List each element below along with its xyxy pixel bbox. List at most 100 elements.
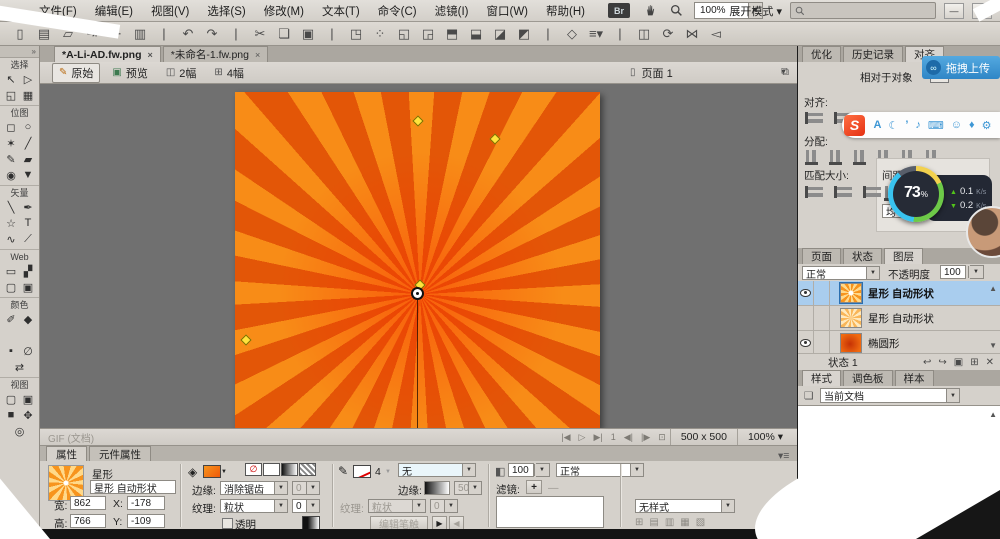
font-style-icon[interactable]: A — [874, 119, 882, 131]
lasso-tool[interactable]: ○ — [20, 119, 37, 135]
eraser-tool[interactable]: ▰ — [20, 151, 37, 167]
blur-tool[interactable]: ◉ — [3, 167, 20, 183]
document-tab[interactable]: *未命名-1.fw.png × — [163, 46, 268, 62]
sep[interactable]: | — [321, 25, 343, 43]
layer-row[interactable]: 星形 自动形状 — [798, 306, 1000, 331]
standard-screen-button[interactable]: ▢ — [3, 391, 20, 407]
menu-item[interactable]: 选择(S) — [198, 3, 254, 19]
fill-edge-amount[interactable]: 0▼ — [292, 481, 320, 495]
stroke-edge-amount[interactable]: 50▼ — [454, 481, 482, 495]
delete-layer-icon[interactable]: ✕ — [986, 357, 994, 368]
panel-tab[interactable]: 状态 — [843, 248, 882, 264]
panel-tab[interactable]: 图层 — [884, 248, 923, 264]
bring-to-front-icon[interactable]: ⬒ — [441, 25, 463, 43]
punctuation-icon[interactable]: ’ — [905, 119, 908, 131]
paint-bucket-tool[interactable]: ◆ — [20, 311, 37, 327]
undo-icon[interactable]: ↶ — [177, 25, 199, 43]
fill-color-well[interactable] — [20, 327, 37, 343]
hotspot-tool[interactable]: ▭ — [3, 263, 20, 279]
style-option-icon[interactable]: ▧ — [696, 517, 705, 528]
panel-tab[interactable]: 历史记录 — [843, 46, 903, 62]
prev-frame-button[interactable]: ◀| — [620, 432, 637, 443]
send-to-back-icon[interactable]: ◩ — [513, 25, 535, 43]
paste-icon[interactable]: ▣ — [297, 25, 319, 43]
pencil-tool[interactable]: ✎ — [3, 151, 20, 167]
close-icon[interactable]: × — [255, 50, 260, 60]
fill-gradient-button[interactable] — [281, 463, 298, 476]
tween-icon[interactable]: ⁘ — [369, 25, 391, 43]
sogou-logo-icon[interactable]: S — [844, 115, 865, 136]
menu-item[interactable]: 文本(T) — [313, 3, 369, 19]
transparent-checkbox[interactable] — [222, 518, 233, 529]
style-select[interactable]: 无样式▼ — [635, 499, 735, 513]
canvas-pasteboard[interactable] — [40, 84, 797, 428]
last-frame-button[interactable]: ▶| — [589, 432, 606, 443]
stroke-category-select[interactable]: 无▼ — [398, 463, 476, 477]
stroke-texture-amount[interactable]: 0▼ — [430, 499, 458, 513]
ungroup-icon[interactable]: ◲ — [417, 25, 439, 43]
pointer-tool[interactable]: ↖ — [3, 71, 20, 87]
toolbox-icon[interactable]: ⚙ — [982, 119, 992, 132]
transform-icon[interactable]: ◇ — [561, 25, 583, 43]
swap-colors-button[interactable]: ⇄ — [11, 359, 28, 375]
fill-solid-button[interactable] — [263, 463, 280, 476]
fill-pattern-button[interactable] — [299, 463, 316, 476]
add-mask-icon[interactable]: ▣ — [954, 357, 963, 368]
redo-icon[interactable]: ↷ — [201, 25, 223, 43]
fill-edge-select[interactable]: 消除锯齿▼ — [220, 481, 288, 495]
menu-item[interactable]: 帮助(H) — [537, 3, 594, 19]
gradient-edit-button[interactable] — [302, 516, 320, 530]
sep[interactable]: | — [225, 25, 247, 43]
flip-horizontal-icon[interactable]: ⋈ — [681, 25, 703, 43]
x-input[interactable]: -178 — [127, 496, 165, 510]
new-layer-icon[interactable]: ⊞ — [970, 357, 978, 368]
add-filter-button[interactable]: + — [526, 480, 542, 494]
eyedropper-tool[interactable]: ✐ — [3, 311, 20, 327]
properties-tab[interactable]: 元件属性 — [89, 446, 151, 461]
workspace-switcher[interactable]: 展开模式 ▾ — [729, 3, 782, 19]
fullscreen-menus-button[interactable]: ▣ — [20, 391, 37, 407]
hand-tool[interactable]: ✥ — [20, 407, 37, 423]
remove-filter-button[interactable]: — — [548, 482, 559, 494]
new-document-icon[interactable]: ▯ — [9, 25, 31, 43]
shape-center-anchor[interactable] — [411, 287, 424, 300]
properties-tab[interactable]: 属性 — [46, 446, 87, 461]
opacity-input[interactable]: 100 — [508, 463, 534, 477]
layer-opacity-input[interactable]: 100 — [940, 265, 966, 279]
layer-opacity-arrow[interactable]: ▼ — [970, 265, 984, 279]
zoom-menu-icon[interactable] — [667, 3, 687, 19]
layer-visibility-eye-icon[interactable] — [800, 289, 811, 297]
hand-icon[interactable] — [641, 3, 661, 19]
layer-row[interactable]: 星形 自动形状 — [798, 281, 1000, 306]
select-behind-tool[interactable]: ▷ — [20, 71, 37, 87]
preview-view-button[interactable]: ▣ 预览 — [106, 64, 153, 82]
stroke-texture-select[interactable]: 粒状▼ — [368, 499, 426, 513]
night-mode-icon[interactable]: ☾ — [888, 119, 898, 132]
marquee-tool[interactable]: ◻ — [3, 119, 20, 135]
symbol-icon[interactable]: ◳ — [345, 25, 367, 43]
chevron-down-icon[interactable]: ▼ — [221, 469, 227, 475]
fill-over-stroke-button[interactable]: ◀ — [449, 516, 464, 530]
distribute-middle-icon[interactable] — [829, 150, 842, 165]
align-menu-icon[interactable]: ≡▾ — [585, 25, 607, 43]
frame-number[interactable]: 1 — [607, 432, 620, 442]
fill-none-button[interactable]: ∅ — [245, 463, 262, 476]
knife-tool[interactable]: ⟋ — [20, 231, 37, 247]
send-backward-icon[interactable]: ◪ — [489, 25, 511, 43]
voice-input-icon[interactable]: ♪ — [915, 119, 921, 131]
stroke-color-well[interactable] — [3, 327, 20, 343]
play-button[interactable]: ▷ — [575, 432, 590, 443]
style-option-icon[interactable]: ▥ — [665, 517, 674, 528]
original-view-button[interactable]: ✎ 原始 — [52, 63, 100, 83]
brush-tool[interactable]: ╱ — [20, 135, 37, 151]
new-style-button[interactable]: ⊞ — [635, 517, 643, 528]
bring-forward-icon[interactable]: ⬓ — [465, 25, 487, 43]
menu-item[interactable]: 编辑(E) — [86, 3, 142, 19]
slice-tool[interactable]: ▞ — [20, 263, 37, 279]
freeform-tool[interactable]: ∿ — [3, 231, 20, 247]
style-option-icon[interactable]: ▦ — [680, 517, 689, 528]
next-frame-button[interactable]: |▶ — [637, 432, 654, 443]
no-color-button[interactable]: ∅ — [20, 343, 37, 359]
magic-wand-tool[interactable]: ✶ — [3, 135, 20, 151]
scroll-up-icon[interactable]: ▲ — [989, 284, 997, 293]
